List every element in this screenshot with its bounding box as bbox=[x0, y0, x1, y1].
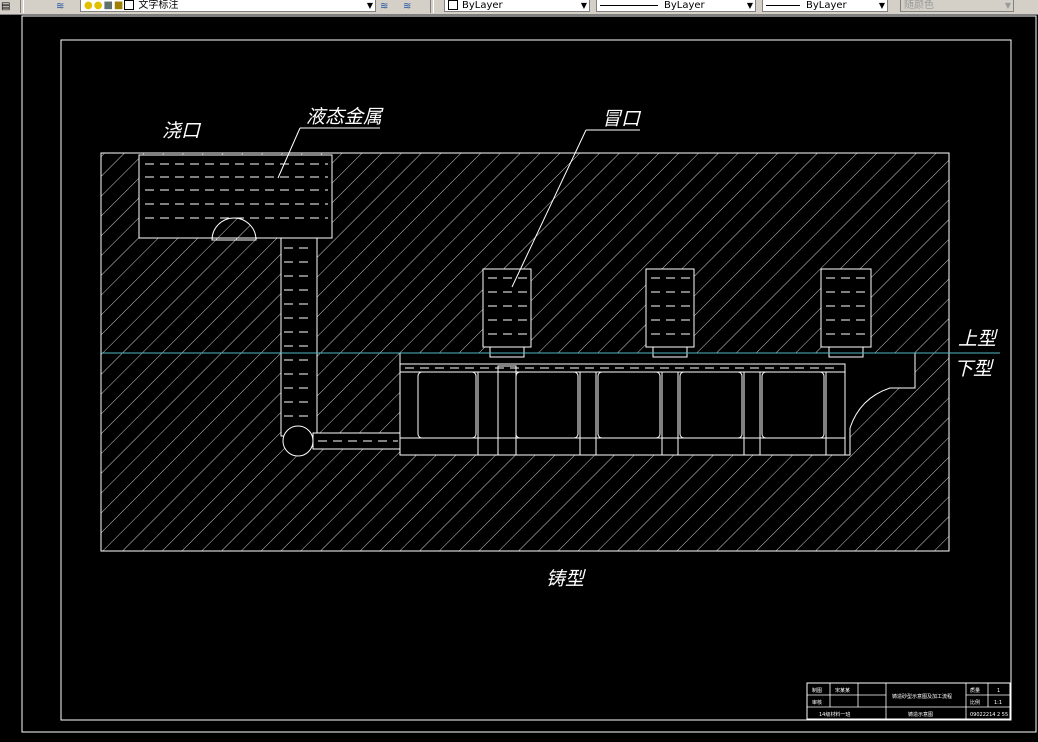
lineweight-dropdown[interactable]: ByLayer ▼ bbox=[762, 0, 888, 12]
layer-previous-icon: ≋ bbox=[403, 0, 412, 12]
liquid-metal-label: 液态金属 bbox=[306, 106, 384, 128]
casting-cavity bbox=[399, 352, 916, 456]
lock-icon: ■ bbox=[103, 0, 113, 11]
layer-properties-button[interactable]: ▤ bbox=[1, 0, 11, 13]
tb-scale-value: 1:1 bbox=[994, 700, 1002, 706]
plotstyle-value: 随颜色 bbox=[904, 0, 934, 11]
toolbar-separator bbox=[20, 0, 24, 13]
chevron-down-icon: ▼ bbox=[746, 1, 753, 10]
layer-previous-button[interactable]: ≋ bbox=[403, 0, 412, 13]
riser-2 bbox=[645, 268, 695, 348]
title-block: 制图 宋某某 审核 铸造砂型示意图及加工流程 14级材料一班 铸造示意图 质量 … bbox=[806, 682, 1011, 720]
linetype-value: ByLayer bbox=[664, 0, 705, 11]
layer-manager-button[interactable]: ≋ bbox=[56, 0, 65, 13]
lower-mold-label: 下型 bbox=[954, 358, 994, 380]
properties-toolbar: ▤ ≋ ●●■■ 文字标注 ▼ ≋ ≋ ByLayer ▼ ByLayer ▼ B… bbox=[0, 0, 1038, 15]
layer-dropdown[interactable]: ●●■■ 文字标注 ▼ bbox=[80, 0, 376, 12]
color-swatch bbox=[448, 0, 458, 10]
lineweight-value: ByLayer bbox=[806, 0, 847, 11]
plot-icon: ■ bbox=[113, 0, 124, 11]
tb-scale-label: 比例 bbox=[970, 699, 980, 706]
chevron-down-icon: ▼ bbox=[580, 1, 587, 10]
layer-manager-icon: ▤ bbox=[1, 0, 11, 12]
linetype-dropdown[interactable]: ByLayer ▼ bbox=[596, 0, 756, 12]
sprue-channel bbox=[280, 237, 318, 437]
layer-name: 文字标注 bbox=[138, 0, 179, 11]
lightbulb-icon: ● bbox=[84, 0, 93, 11]
sun-icon: ● bbox=[93, 0, 103, 11]
toolbar-separator bbox=[430, 0, 434, 13]
upper-mold-label: 上型 bbox=[958, 328, 998, 350]
riser-neck-1 bbox=[489, 346, 525, 358]
tb-drawn-label: 制图 bbox=[812, 687, 822, 694]
riser-1 bbox=[482, 268, 532, 348]
tb-class: 14级材料一班 bbox=[819, 711, 850, 718]
tb-title: 铸造砂型示意图及加工流程 bbox=[892, 693, 952, 700]
make-layer-current-button[interactable]: ≋ bbox=[380, 0, 389, 13]
tb-weight-label: 质量 bbox=[970, 687, 980, 694]
lineweight-sample bbox=[766, 4, 800, 6]
riser-3 bbox=[820, 268, 872, 348]
riser-neck-2 bbox=[652, 346, 688, 358]
tb-drawn-name: 宋某某 bbox=[835, 687, 850, 694]
sprue-well bbox=[282, 425, 314, 457]
layers-stack-icon: ≋ bbox=[56, 0, 65, 12]
layer-current-icon: ≋ bbox=[380, 0, 389, 12]
mold-label: 铸型 bbox=[546, 568, 586, 590]
tb-check-label: 审核 bbox=[812, 699, 822, 706]
chevron-down-icon: ▼ bbox=[1004, 1, 1011, 10]
color-dropdown[interactable]: ByLayer ▼ bbox=[444, 0, 590, 12]
plotstyle-dropdown[interactable]: 随颜色 ▼ bbox=[900, 0, 1014, 12]
chevron-down-icon: ▼ bbox=[366, 1, 373, 10]
linetype-sample bbox=[600, 4, 658, 6]
color-value: ByLayer bbox=[462, 0, 503, 11]
layer-color-swatch bbox=[124, 0, 135, 10]
tb-number: 09022214 2 55 bbox=[970, 712, 1008, 718]
drawing-canvas[interactable]: 浇口 液态金属 冒口 上型 下型 铸型 制图 宋某某 审核 铸造砂型示意图及加工… bbox=[0, 14, 1038, 742]
chevron-down-icon: ▼ bbox=[878, 1, 885, 10]
riser-neck-3 bbox=[828, 346, 864, 358]
sprue-label: 浇口 bbox=[162, 120, 202, 142]
tb-weight-value: 1 bbox=[997, 688, 1000, 694]
tb-subtitle: 铸造示意图 bbox=[908, 711, 933, 718]
riser-label: 冒口 bbox=[602, 108, 642, 130]
